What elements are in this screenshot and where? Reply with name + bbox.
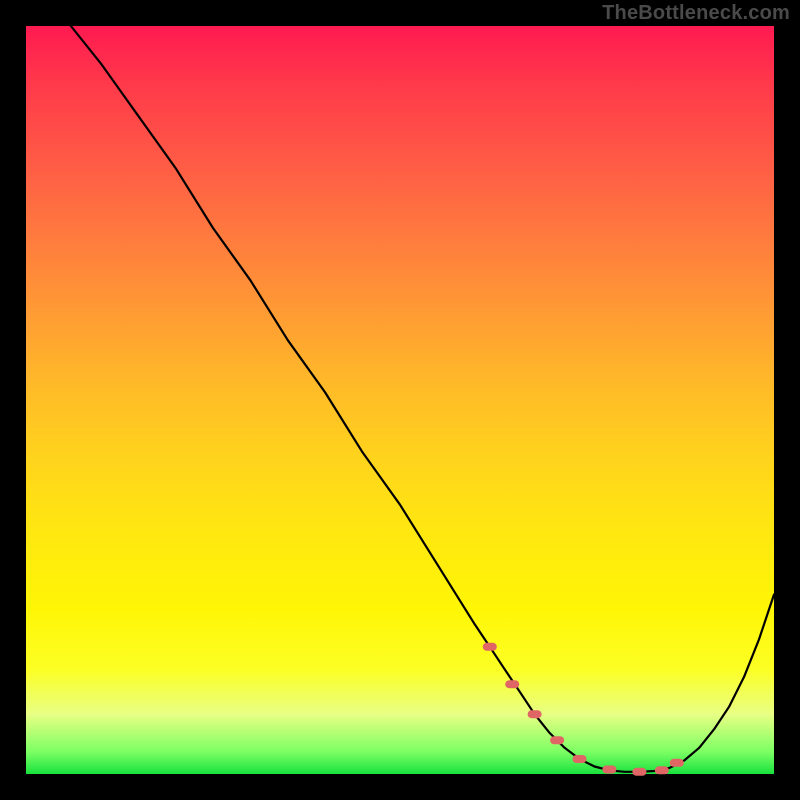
highlight-marker [483, 643, 497, 651]
highlight-marker [670, 759, 684, 767]
highlight-marker [550, 736, 564, 744]
bottleneck-curve-path [71, 26, 774, 772]
highlight-marker [505, 680, 519, 688]
highlight-marker [655, 766, 669, 774]
highlight-markers [483, 643, 684, 776]
highlight-marker [602, 766, 616, 774]
highlight-marker [632, 768, 646, 776]
highlight-marker [528, 710, 542, 718]
chart-frame: TheBottleneck.com [0, 0, 800, 800]
watermark-text: TheBottleneck.com [602, 2, 790, 25]
plot-area [26, 26, 774, 774]
highlight-marker [573, 755, 587, 763]
curve-svg [26, 26, 774, 774]
